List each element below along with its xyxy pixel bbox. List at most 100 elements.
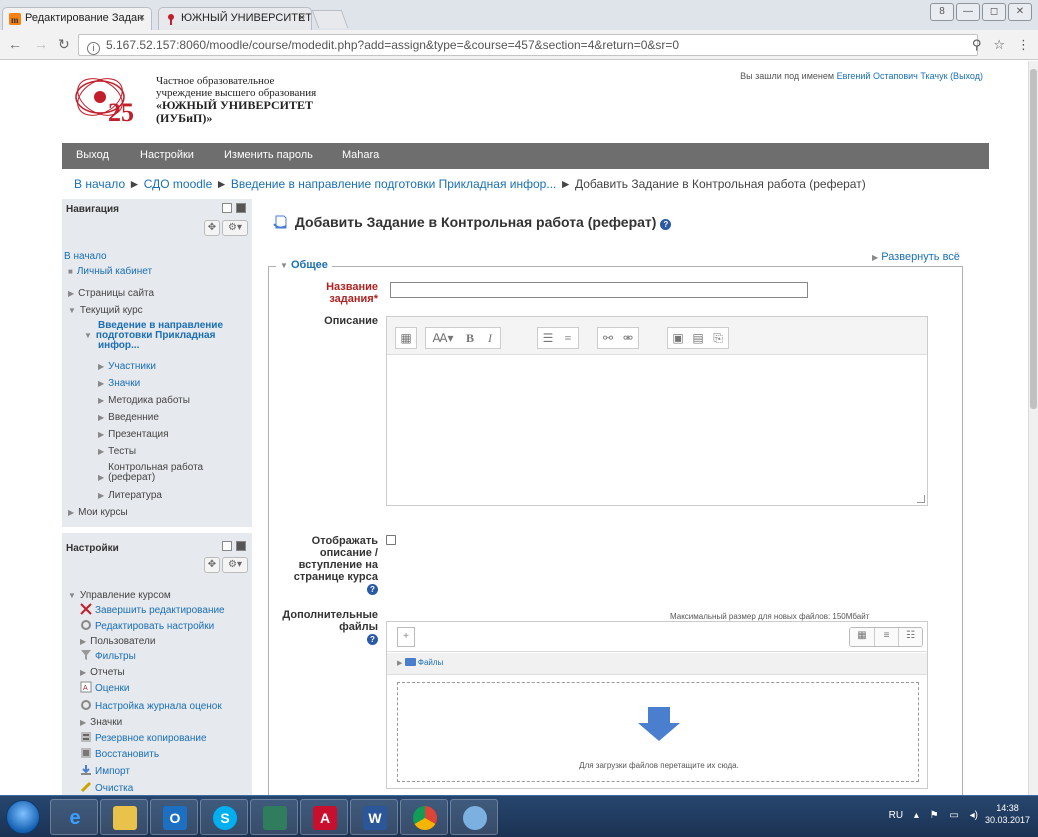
nav-my-courses[interactable]: ▶ Мои курсы — [68, 507, 128, 518]
settings-reports[interactable]: ▶ Отчеты — [80, 667, 125, 678]
clock[interactable]: 14:38 30.03.2017 — [985, 802, 1030, 826]
toolbar-toggle-icon[interactable]: ▦ — [396, 328, 416, 348]
settings-turn-editing-off[interactable]: Завершить редактирование — [80, 603, 225, 616]
font-style-icon[interactable]: Ꜳ▾ — [426, 328, 460, 348]
block-actions-gear-icon[interactable]: ⚙▾ — [222, 220, 248, 236]
bookmark-star-icon[interactable]: ☆ — [993, 37, 1005, 53]
file-drop-zone[interactable]: Для загрузки файлов перетащите их сюда. — [397, 682, 919, 782]
breadcrumb-moodle[interactable]: СДО moodle — [144, 177, 213, 191]
media-icon[interactable]: ▤ — [688, 328, 708, 348]
settings-course-admin[interactable]: ▼ Управление курсом — [68, 590, 171, 601]
taskbar-word[interactable]: W — [350, 799, 398, 835]
user-profile-button[interactable]: 8 — [930, 3, 954, 21]
settings-edit-settings[interactable]: Редактировать настройки — [80, 619, 214, 632]
tab-close-icon[interactable]: × — [139, 12, 145, 24]
files-folder-link[interactable]: ▶ Файлы — [397, 658, 443, 667]
settings-backup[interactable]: Резервное копирование — [80, 731, 207, 744]
collapse-block-icon[interactable] — [222, 541, 232, 551]
settings-gradebook-setup[interactable]: Настройка журнала оценок — [80, 699, 222, 712]
taskbar-chrome[interactable] — [400, 799, 448, 835]
breadcrumb-home[interactable]: В начало — [74, 177, 125, 191]
menu-change-password[interactable]: Изменить пароль — [224, 149, 313, 161]
extension-icon[interactable]: ⚲ — [972, 37, 982, 53]
menu-mahara[interactable]: Mahara — [342, 149, 379, 161]
view-icons-icon[interactable]: ▦ — [850, 628, 874, 646]
settings-badges[interactable]: ▶ Значки — [80, 717, 122, 728]
nav-presentation[interactable]: ▶ Презентация — [98, 429, 169, 440]
settings-reset[interactable]: Очистка — [80, 781, 133, 794]
menu-settings[interactable]: Настройки — [140, 149, 194, 161]
taskbar-acrobat[interactable]: A — [300, 799, 348, 835]
nav-literature[interactable]: ▶ Литература — [98, 490, 162, 501]
description-editor[interactable]: ▦ Ꜳ▾ B I ☰ ≡ ⚯ ⚮ ▣ ▤ ⎘ — [386, 316, 928, 506]
bold-icon[interactable]: B — [460, 328, 480, 348]
network-icon[interactable]: ▭ — [949, 810, 958, 821]
nav-badges[interactable]: ▶ Значки — [98, 378, 140, 389]
settings-import[interactable]: Импорт — [80, 764, 130, 777]
tab-close-icon[interactable]: × — [299, 12, 305, 24]
resize-handle-icon[interactable] — [917, 495, 925, 503]
maximize-button[interactable]: ◻ — [982, 3, 1006, 21]
view-list-icon[interactable]: ≡ — [874, 628, 898, 646]
move-block-icon[interactable]: ✥ — [204, 220, 220, 236]
tray-arrow-icon[interactable]: ▴ — [914, 810, 919, 821]
breadcrumb-course[interactable]: Введение в направление подготовки Прикла… — [231, 177, 557, 191]
dock-block-icon[interactable] — [236, 203, 246, 213]
nav-control-work[interactable]: ▶Контрольная работа ▶(реферат) — [98, 463, 203, 483]
university-logo-icon[interactable]: 25 — [74, 73, 140, 125]
menu-logout[interactable]: Выход — [76, 149, 109, 161]
nav-dashboard[interactable]: ■ Личный кабинет — [68, 266, 152, 277]
logout-link[interactable]: (Выход) — [950, 71, 983, 81]
site-info-icon[interactable]: i — [87, 42, 100, 55]
volume-icon[interactable]: ◂) — [970, 810, 978, 821]
browser-tab-moodle[interactable]: m Редактирование Задан × — [2, 7, 152, 30]
collapse-block-icon[interactable] — [222, 203, 232, 213]
url-input[interactable]: i 5.167.52.157:8060/moodle/course/modedit… — [78, 34, 978, 56]
italic-icon[interactable]: I — [480, 328, 500, 348]
unordered-list-icon[interactable]: ☰ — [538, 328, 558, 348]
dock-block-icon[interactable] — [236, 541, 246, 551]
user-profile-link[interactable]: Евгений Остапович Ткачук — [837, 71, 948, 81]
language-indicator[interactable]: RU — [889, 810, 903, 821]
nav-course-name[interactable]: Введение в направление ▼ подготовки Прикл… — [84, 321, 223, 351]
settings-restore[interactable]: Восстановить — [80, 747, 159, 760]
browser-tab-university[interactable]: ЮЖНЫЙ УНИВЕРСИТЕТ × — [158, 7, 312, 30]
page-scrollbar[interactable] — [1028, 61, 1038, 795]
nav-participants[interactable]: ▶ Участники — [98, 361, 156, 372]
show-description-checkbox[interactable] — [386, 535, 396, 545]
assignment-name-input[interactable] — [390, 282, 808, 298]
settings-users[interactable]: ▶ Пользователи — [80, 636, 155, 647]
taskbar-app[interactable] — [250, 799, 298, 835]
taskbar-skype[interactable]: S — [200, 799, 248, 835]
unlink-icon[interactable]: ⚮ — [618, 328, 638, 348]
new-tab-button[interactable] — [311, 10, 349, 28]
taskbar-explorer[interactable] — [100, 799, 148, 835]
close-window-button[interactable]: ✕ — [1008, 3, 1032, 21]
ordered-list-icon[interactable]: ≡ — [558, 328, 578, 348]
taskbar-ie[interactable]: e — [50, 799, 98, 835]
nav-tests[interactable]: ▶ Тесты — [98, 446, 136, 457]
view-tree-icon[interactable]: ☷ — [898, 628, 922, 646]
forward-arrow-icon[interactable]: → — [34, 36, 48, 52]
scrollbar-thumb[interactable] — [1030, 69, 1037, 409]
back-arrow-icon[interactable]: ← — [8, 36, 22, 52]
move-block-icon[interactable]: ✥ — [204, 557, 220, 573]
link-icon[interactable]: ⚯ — [598, 328, 618, 348]
help-icon[interactable]: ? — [367, 584, 378, 595]
add-file-icon[interactable]: + — [397, 627, 415, 647]
nav-introduction[interactable]: ▶ Введенние — [98, 412, 159, 423]
nav-home[interactable]: В начало — [64, 251, 107, 262]
settings-grades[interactable]: A Оценки — [80, 681, 129, 694]
minimize-button[interactable]: — — [956, 3, 980, 21]
settings-filters[interactable]: Фильтры — [80, 649, 136, 662]
file-manager-icon[interactable]: ⎘ — [708, 328, 728, 348]
help-icon[interactable]: ? — [367, 634, 378, 645]
help-icon[interactable]: ? — [660, 219, 672, 230]
reload-icon[interactable]: ↻ — [58, 36, 70, 53]
flag-icon[interactable]: ⚑ — [930, 810, 939, 821]
taskbar-paint[interactable] — [450, 799, 498, 835]
expand-all-link[interactable]: ▶ Развернуть всё — [872, 251, 960, 263]
block-actions-gear-icon[interactable]: ⚙▾ — [222, 557, 248, 573]
nav-current-course[interactable]: ▼ Текущий курс — [68, 305, 143, 316]
start-button[interactable] — [6, 800, 40, 834]
